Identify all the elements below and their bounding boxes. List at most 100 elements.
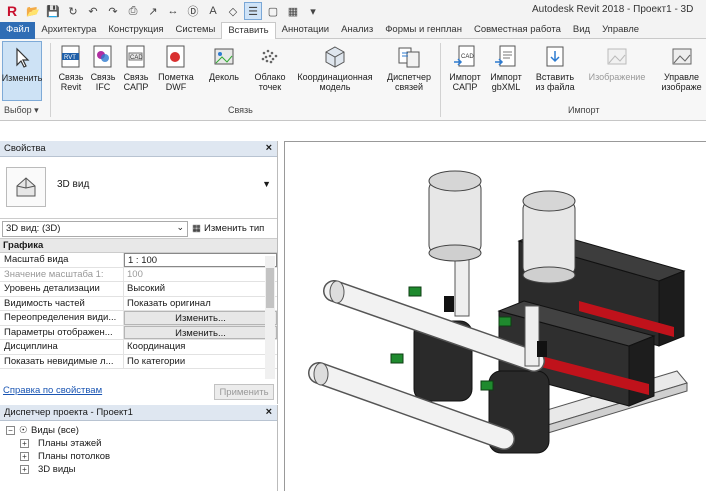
point-cloud-button[interactable]: Облако точек xyxy=(250,41,290,101)
text-icon[interactable]: A xyxy=(204,2,222,20)
cursor-icon xyxy=(9,45,35,71)
link-revit-button[interactable]: RVT Связь Revit xyxy=(54,41,88,101)
tab-annotate[interactable]: Аннотации xyxy=(276,22,336,39)
properties-footer: Справка по свойствам Применить xyxy=(0,381,278,403)
switch-windows-icon[interactable]: ▦ xyxy=(284,2,302,20)
coordination-model-button[interactable]: Координационная модель xyxy=(290,41,380,101)
discipline-field[interactable]: Координация xyxy=(124,340,277,354)
manage-images-icon xyxy=(669,44,695,70)
tree-item-views[interactable]: − ☉ Виды (все) xyxy=(0,424,277,437)
link-ifc-button[interactable]: Связь IFC xyxy=(88,41,118,101)
import-gbxml-icon xyxy=(493,44,519,70)
detail-level-field[interactable]: Высокий xyxy=(124,282,277,296)
properties-palette: Свойства × 3D вид ▼ 3D вид: (3D) ⌄ ▦ Изм… xyxy=(0,141,278,404)
ribbon-panel: Изменить RVT Связь Revit Связь IFC CAD С… xyxy=(0,39,706,121)
tab-collaborate[interactable]: Совместная работа xyxy=(468,22,567,39)
measure-icon[interactable]: ↗ xyxy=(144,2,162,20)
tab-massing-site[interactable]: Формы и генплан xyxy=(379,22,468,39)
redo-icon[interactable]: ↷ xyxy=(104,2,122,20)
close-hidden-icon[interactable]: ▢ xyxy=(264,2,282,20)
type-name: 3D вид xyxy=(57,179,90,190)
insert-from-file-button[interactable]: Вставить из файла xyxy=(530,41,580,101)
tab-architecture[interactable]: Архитектура xyxy=(35,22,102,39)
pump-station-model xyxy=(308,170,688,454)
expand-icon[interactable]: + xyxy=(20,452,29,461)
modify-button[interactable]: Изменить xyxy=(2,41,42,101)
manage-images-button[interactable]: Управле изображе xyxy=(657,41,706,101)
expand-icon[interactable]: + xyxy=(20,439,29,448)
link-cad-button[interactable]: CAD Связь САПР xyxy=(119,41,153,101)
sync-icon[interactable]: ↻ xyxy=(64,2,82,20)
undo-icon[interactable]: ↶ xyxy=(84,2,102,20)
close-icon[interactable]: × xyxy=(266,142,272,154)
window-title: Autodesk Revit 2018 - Проект1 - 3D xyxy=(532,4,694,15)
dimension-icon[interactable]: ↔ xyxy=(164,2,182,20)
property-row: Масштаб вида 1 : 100 xyxy=(0,253,277,268)
tag-icon[interactable]: Ⓓ xyxy=(184,2,202,20)
vg-overrides-edit-button[interactable]: Изменить... xyxy=(124,311,277,325)
group-label-import: Импорт xyxy=(568,105,600,115)
project-browser: Диспетчер проекта - Проект1 × − ☉ Виды (… xyxy=(0,405,278,491)
customize-qat-icon[interactable]: ▾ xyxy=(304,2,322,20)
tab-systems[interactable]: Системы xyxy=(170,22,222,39)
properties-scrollbar[interactable] xyxy=(265,256,275,379)
image-button[interactable]: Изображение xyxy=(584,41,650,101)
ribbon-tabs: Файл Архитектура Конструкция Системы Вст… xyxy=(0,22,706,39)
category-graphics[interactable]: Графика xyxy=(0,239,277,253)
dwf-markup-button[interactable]: Пометка DWF xyxy=(155,41,197,101)
svg-text:CAD: CAD xyxy=(461,54,474,60)
property-row: Параметры отображен... Изменить... xyxy=(0,325,277,340)
tab-view[interactable]: Вид xyxy=(567,22,596,39)
property-row: Уровень детализации Высокий xyxy=(0,282,277,297)
type-selector[interactable]: 3D вид ▼ xyxy=(0,157,277,219)
properties-header: Свойства × xyxy=(0,141,277,157)
tab-manage[interactable]: Управле xyxy=(596,22,645,39)
decal-button[interactable]: Деколь xyxy=(202,41,246,101)
save-icon[interactable]: 💾 xyxy=(44,2,62,20)
3d-view-canvas[interactable] xyxy=(279,141,706,491)
svg-text:RVT: RVT xyxy=(64,55,76,61)
tree-item-ceiling-plans[interactable]: + Планы потолков xyxy=(0,450,277,463)
close-icon[interactable]: × xyxy=(266,406,272,418)
group-label-link: Связь xyxy=(228,105,253,115)
instance-filter-row: 3D вид: (3D) ⌄ ▦ Изменить тип xyxy=(0,219,277,239)
3d-view-icon[interactable]: ◇ xyxy=(224,2,242,20)
thin-lines-icon[interactable]: ☰ xyxy=(244,2,262,20)
apply-button[interactable]: Применить xyxy=(214,384,274,400)
show-hidden-lines-field[interactable]: По категории xyxy=(124,355,277,369)
tab-file[interactable]: Файл xyxy=(0,22,36,39)
instance-filter-select[interactable]: 3D вид: (3D) ⌄ xyxy=(2,220,188,237)
collapse-icon[interactable]: − xyxy=(6,426,15,435)
parts-visibility-field[interactable]: Показать оригинал xyxy=(124,297,277,311)
dwf-markup-icon xyxy=(163,44,189,70)
tree-item-3d-views[interactable]: + 3D виды xyxy=(0,463,277,476)
import-gbxml-button[interactable]: Импорт gbXML xyxy=(486,41,526,101)
view-scale-field[interactable]: 1 : 100 xyxy=(124,253,277,267)
cad-file-icon: CAD xyxy=(123,44,149,70)
tab-structure[interactable]: Конструкция xyxy=(102,22,169,39)
revit-logo-icon[interactable]: R xyxy=(2,2,22,20)
print-icon[interactable]: ⎙ xyxy=(124,2,142,20)
manage-links-button[interactable]: Диспетчер связей xyxy=(383,41,435,101)
coordination-model-icon xyxy=(322,44,348,70)
open-icon[interactable]: 📂 xyxy=(24,2,42,20)
property-row: Показать невидимые л... По категории xyxy=(0,354,277,369)
rvt-file-icon: RVT xyxy=(58,44,84,70)
import-cad-button[interactable]: CAD Импорт САПР xyxy=(445,41,485,101)
point-cloud-icon xyxy=(257,44,283,70)
decal-icon xyxy=(211,44,237,70)
tree-item-floor-plans[interactable]: + Планы этажей xyxy=(0,437,277,450)
title-bar: R 📂 💾 ↻ ↶ ↷ ⎙ ↗ ↔ Ⓓ A ◇ ☰ ▢ ▦ ▾ Autodesk… xyxy=(0,0,706,22)
chevron-down-icon[interactable]: ▼ xyxy=(262,179,271,189)
edit-type-icon: ▦ xyxy=(192,223,201,234)
expand-icon[interactable]: + xyxy=(20,465,29,474)
edit-type-button[interactable]: ▦ Изменить тип xyxy=(192,223,264,234)
tab-insert[interactable]: Вставить xyxy=(221,22,276,39)
property-row: Значение масштаба 1: 100 xyxy=(0,267,277,282)
group-label-select[interactable]: Выбор ▾ xyxy=(4,105,39,116)
properties-help-link[interactable]: Справка по свойствам xyxy=(3,385,102,396)
tab-analyze[interactable]: Анализ xyxy=(335,22,379,39)
display-options-edit-button[interactable]: Изменить... xyxy=(124,325,277,339)
property-row: Дисциплина Координация xyxy=(0,340,277,355)
views-icon: ☉ xyxy=(19,425,28,436)
